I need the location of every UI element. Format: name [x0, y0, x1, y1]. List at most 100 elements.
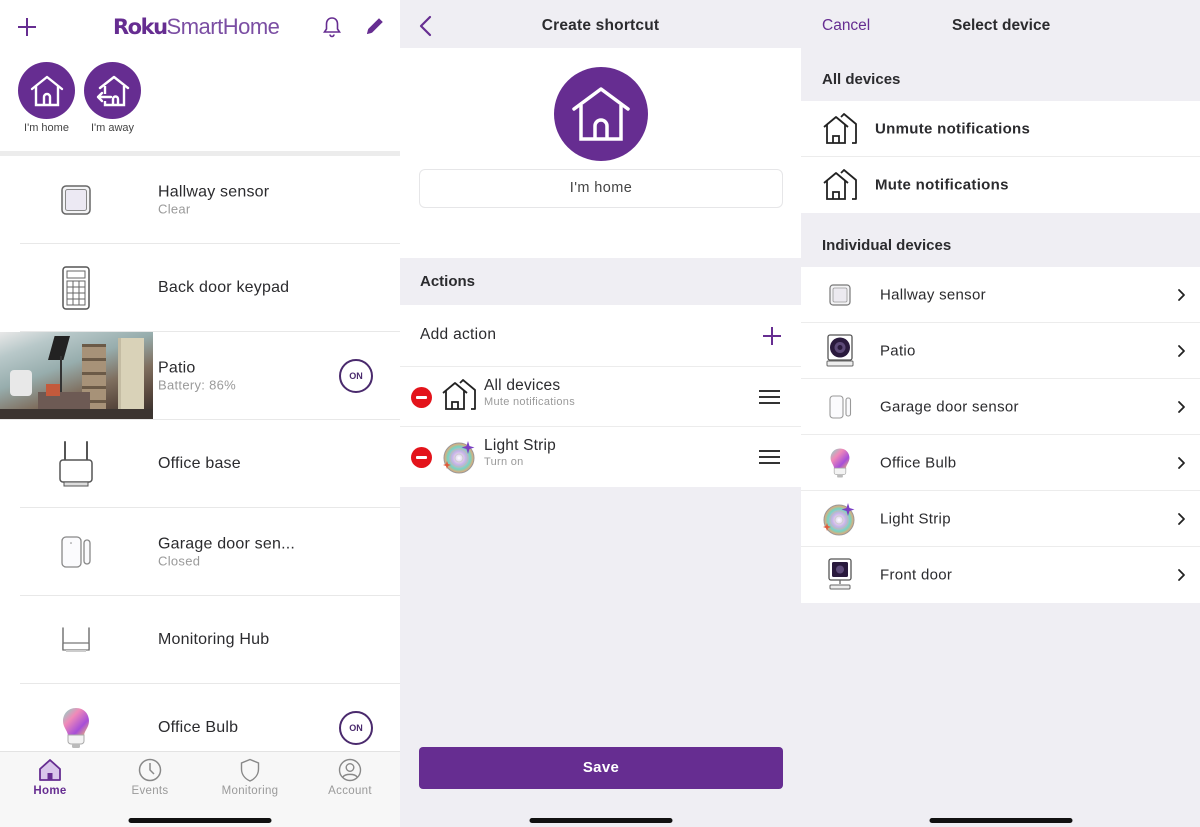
- action-device-name: All devices: [484, 377, 561, 394]
- tab-label: Account: [328, 785, 372, 797]
- add-action-label: Add action: [420, 326, 497, 343]
- action-row[interactable]: All devices Mute notifications: [400, 367, 801, 427]
- device-row[interactable]: Back door keypad: [20, 244, 400, 332]
- power-toggle[interactable]: ON: [339, 710, 373, 745]
- camera-icon: [828, 558, 852, 590]
- hub-icon: [62, 626, 90, 652]
- tab-home[interactable]: Home: [0, 758, 100, 797]
- device-status: Clear: [158, 201, 191, 216]
- bulb-icon: [63, 707, 89, 748]
- chevron-right-icon: [1178, 288, 1185, 301]
- device-name: Office base: [158, 454, 241, 472]
- shield-icon: [240, 758, 260, 782]
- action-detail: Turn on: [484, 456, 524, 468]
- device-label: Office Bulb: [880, 454, 957, 471]
- cancel-button[interactable]: Cancel: [822, 17, 870, 35]
- bottom-tab-bar: Home Events Monitoring Account: [0, 751, 400, 827]
- device-row[interactable]: Patio Battery: 86% ON: [0, 332, 400, 420]
- tab-label: Home: [33, 785, 67, 797]
- shortcut-im-away[interactable]: I'm away: [84, 62, 141, 134]
- device-name: Monitoring Hub: [158, 630, 270, 648]
- device-option[interactable]: Garage door sensor: [801, 379, 1200, 435]
- device-label: Patio: [880, 342, 916, 359]
- shortcut-icon-button[interactable]: [554, 67, 648, 161]
- device-name: Back door keypad: [158, 278, 290, 296]
- add-button[interactable]: [16, 16, 38, 38]
- device-row[interactable]: Hallway sensor Clear: [20, 156, 400, 244]
- camera-thumbnail[interactable]: [0, 332, 153, 419]
- device-status: Battery: 86%: [158, 377, 237, 392]
- shortcuts-row: I'm home I'm away: [18, 62, 141, 134]
- device-name: Office Bulb: [158, 718, 239, 736]
- device-label: Hallway sensor: [880, 286, 986, 303]
- chevron-right-icon: [1178, 512, 1185, 525]
- tab-monitoring[interactable]: Monitoring: [200, 758, 300, 797]
- device-option[interactable]: Office Bulb: [801, 435, 1200, 491]
- contact-sensor-icon: [61, 535, 91, 568]
- notifications-button[interactable]: [322, 16, 342, 38]
- all-devices-group: Unmute notifications Mute notifications: [801, 101, 1200, 213]
- option-label: Mute notifications: [875, 176, 1009, 194]
- page-title: Select device: [952, 17, 1051, 34]
- device-row[interactable]: Monitoring Hub: [20, 596, 400, 684]
- power-toggle[interactable]: ON: [339, 358, 373, 393]
- remove-action-button[interactable]: [411, 387, 432, 408]
- device-option[interactable]: Light Strip: [801, 491, 1200, 547]
- base-station-icon: [59, 440, 93, 486]
- remove-action-button[interactable]: [411, 447, 432, 468]
- home-screen: RokuSmartHome I'm home I'm away Hallway …: [0, 0, 400, 827]
- shortcut-name-input[interactable]: I'm home: [419, 169, 783, 208]
- logo-bold: Roku: [113, 15, 168, 39]
- account-icon: [338, 758, 362, 782]
- tab-account[interactable]: Account: [300, 758, 400, 797]
- logo-light: SmartHome: [166, 14, 280, 39]
- device-option[interactable]: Hallway sensor: [801, 267, 1200, 323]
- section-title: Actions: [420, 273, 476, 290]
- light-strip-icon: [823, 502, 855, 535]
- device-status: Closed: [158, 553, 201, 568]
- light-strip-icon: [443, 441, 475, 474]
- all-devices-icon: [823, 112, 857, 144]
- device-label: Garage door sensor: [880, 398, 1019, 415]
- section-title: Individual devices: [822, 237, 952, 254]
- add-action-button[interactable]: [762, 326, 782, 346]
- device-name: Patio: [158, 359, 196, 376]
- bell-icon: [323, 17, 341, 38]
- tab-label: Events: [131, 785, 169, 797]
- camera-icon: [826, 333, 854, 366]
- add-action-row[interactable]: Add action: [400, 305, 801, 367]
- nav-header: Cancel Select device: [801, 0, 1200, 55]
- save-button[interactable]: Save: [419, 747, 783, 789]
- page-title: Create shortcut: [541, 17, 660, 34]
- house-icon: [572, 87, 630, 141]
- device-option[interactable]: Patio: [801, 323, 1200, 379]
- individual-devices-group: Hallway sensor Patio Garage door sensor …: [801, 267, 1200, 603]
- device-row[interactable]: Garage door sen... Closed: [20, 508, 400, 596]
- device-row[interactable]: Office base: [20, 420, 400, 508]
- reorder-handle[interactable]: [759, 450, 780, 468]
- create-shortcut-screen: Create shortcut I'm home Actions Add act…: [400, 0, 801, 827]
- pencil-icon: [367, 18, 383, 34]
- shortcut-im-home[interactable]: I'm home: [18, 62, 75, 134]
- all-devices-option[interactable]: Unmute notifications: [801, 101, 1200, 157]
- motion-sensor-icon: [61, 184, 91, 215]
- contact-sensor-icon: [829, 394, 852, 419]
- all-devices-icon: [442, 379, 476, 410]
- action-row[interactable]: Light Strip Turn on: [400, 427, 801, 487]
- plus-icon: [18, 18, 36, 36]
- home-header: RokuSmartHome: [0, 0, 400, 56]
- tab-label: Monitoring: [221, 785, 279, 797]
- device-name: Garage door sen...: [158, 535, 296, 552]
- all-devices-option[interactable]: Mute notifications: [801, 157, 1200, 213]
- edit-button[interactable]: [364, 15, 386, 37]
- device-list: Hallway sensor Clear Back door keypad Pat…: [0, 156, 400, 772]
- reorder-handle[interactable]: [759, 390, 780, 408]
- motion-sensor-icon: [829, 283, 851, 306]
- home-indicator: [529, 818, 672, 823]
- shortcut-label: I'm home: [24, 122, 69, 134]
- device-option[interactable]: Front door: [801, 547, 1200, 603]
- shortcut-label: I'm away: [90, 122, 135, 134]
- select-device-screen: Cancel Select device All devices Unmute …: [801, 0, 1200, 827]
- tab-events[interactable]: Events: [100, 758, 200, 797]
- section-title: All devices: [822, 71, 901, 88]
